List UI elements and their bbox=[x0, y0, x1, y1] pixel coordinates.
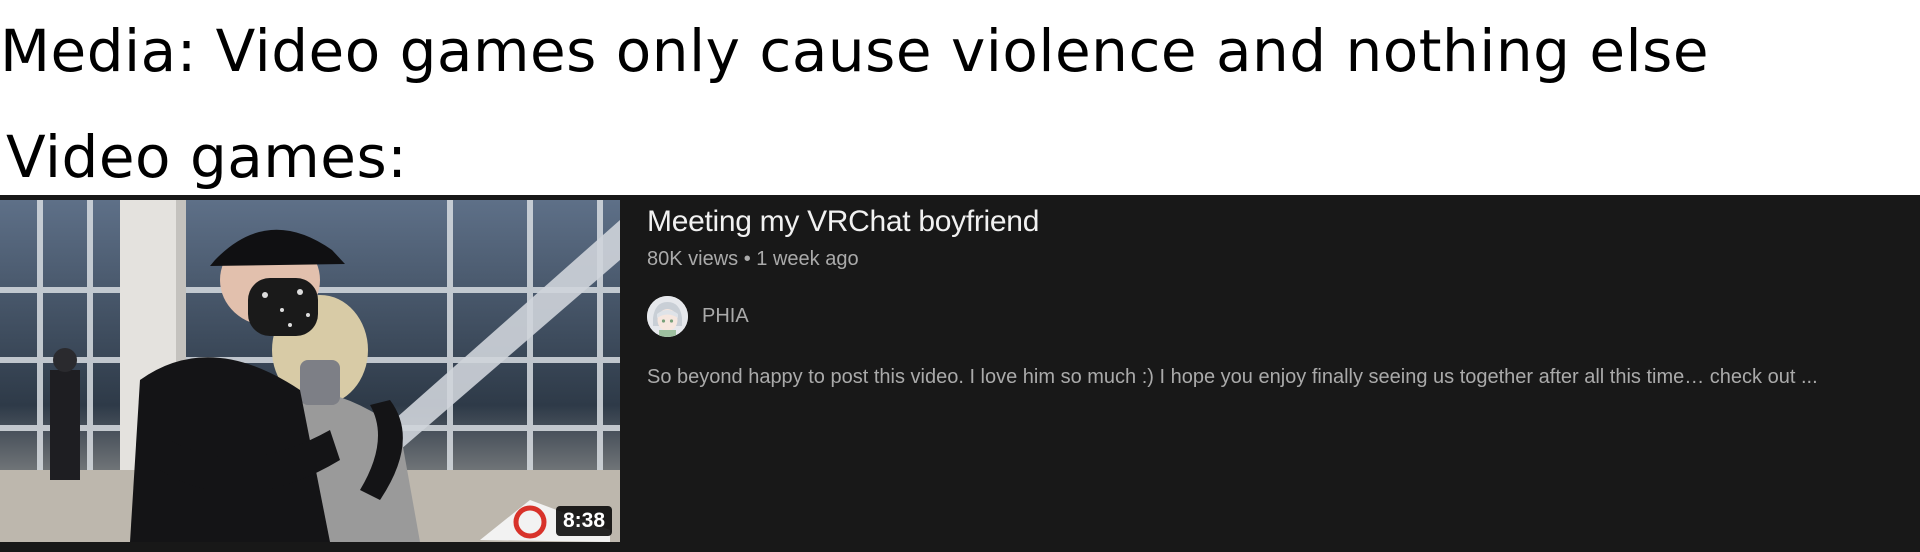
video-meta: 80K views • 1 week ago bbox=[647, 248, 859, 270]
video-title[interactable]: Meeting my VRChat boyfriend bbox=[647, 205, 1039, 239]
channel-link[interactable]: PHIA bbox=[647, 296, 749, 337]
meme-caption-top: Media: Video games only cause violence a… bbox=[0, 17, 1710, 85]
avatar-icon bbox=[647, 296, 688, 337]
video-thumbnail[interactable]: 8:38 bbox=[0, 200, 620, 542]
video-description: So beyond happy to post this video. I lo… bbox=[647, 366, 1818, 388]
channel-avatar[interactable] bbox=[647, 296, 688, 337]
meme-caption-bottom: Video games: bbox=[6, 123, 408, 191]
channel-name[interactable]: PHIA bbox=[702, 305, 749, 328]
video-duration-badge: 8:38 bbox=[555, 506, 612, 536]
thumbnail-image bbox=[0, 200, 620, 542]
video-result-row[interactable]: 8:38 Meeting my VRChat boyfriend 80K vie… bbox=[0, 195, 1920, 552]
